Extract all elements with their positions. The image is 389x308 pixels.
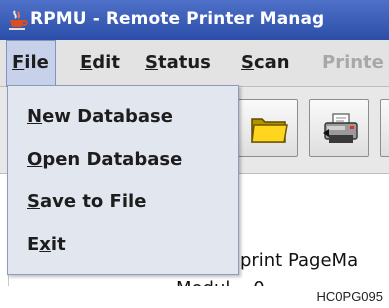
app-window: RPMU - Remote Printer Manag File Edit St… [0, 0, 389, 286]
menu-item-exit-mnemonic: x [39, 234, 51, 255]
menu-printer[interactable]: Printe [322, 40, 384, 86]
menu-edit-mnemonic: E [80, 52, 93, 73]
toolbar-button-partial[interactable] [380, 99, 389, 157]
menu-edit[interactable]: Edit [80, 40, 120, 86]
menu-file-mnemonic: F [12, 52, 25, 73]
menu-item-save-to-file[interactable]: Save to File [27, 191, 146, 213]
figure-code: HC0PG095 [316, 289, 383, 304]
menu-item-open-database[interactable]: Open Database [27, 149, 182, 171]
menu-item-open-database-label: pen Database [42, 149, 183, 170]
tree-node-printer-detail[interactable]: Modul... 0... [176, 278, 282, 286]
menu-item-new-database-mnemonic: N [27, 106, 43, 127]
menu-item-new-database-label: ew Database [42, 106, 173, 127]
menu-item-exit-prefix: E [27, 234, 40, 255]
window-title: RPMU - Remote Printer Manag [30, 9, 325, 29]
java-cup-icon [9, 10, 28, 30]
menu-item-save-to-file-label: ave to File [39, 191, 147, 212]
menu-scan-mnemonic: S [241, 52, 254, 73]
folder-icon [251, 118, 288, 143]
file-menu-dropdown: New Database Open Database Save to File … [7, 85, 239, 275]
printer-toolbar-button[interactable] [309, 99, 369, 157]
menu-file-label: ile [24, 52, 49, 73]
menu-printer-label: Printe [322, 52, 384, 73]
menu-item-save-to-file-mnemonic: S [27, 191, 40, 212]
menu-item-open-database-mnemonic: O [27, 149, 43, 170]
menu-scan-label: can [253, 52, 290, 73]
menu-status[interactable]: Status [145, 40, 211, 86]
menu-status-mnemonic: S [145, 52, 158, 73]
menu-item-new-database[interactable]: New Database [27, 106, 173, 128]
menu-item-exit[interactable]: Exit [27, 234, 66, 256]
menu-scan[interactable]: Scan [241, 40, 290, 86]
menu-item-exit-label: it [50, 234, 66, 255]
title-bar[interactable]: RPMU - Remote Printer Manag [0, 0, 389, 40]
menu-file[interactable]: File [6, 40, 56, 87]
printer-icon [323, 113, 358, 143]
menu-edit-label: dit [92, 52, 120, 73]
open-database-toolbar-button[interactable] [238, 99, 298, 157]
menu-status-label: tatus [157, 52, 211, 73]
menu-bar: File Edit Status Scan Printe [0, 40, 389, 87]
